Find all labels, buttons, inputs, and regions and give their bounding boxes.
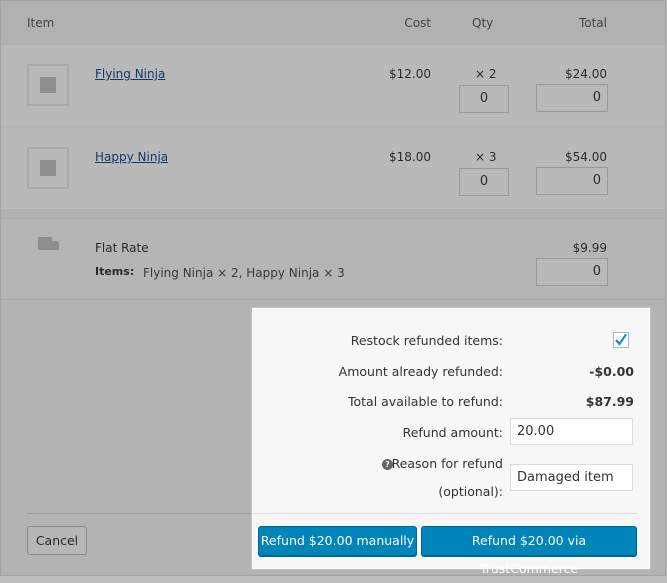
header-qty: Qty [472,16,494,30]
refund-amount-label: Refund amount: [402,425,503,440]
product-image-placeholder-icon [27,64,69,106]
truck-icon [38,237,60,253]
divider [27,513,253,514]
available-value: $87.99 [585,394,634,409]
item-cost: $18.00 [389,150,431,164]
shipping-total: $9.99 [572,241,607,255]
header-total: Total [578,16,607,30]
item-total: $24.00 [565,67,607,81]
already-refunded-label: Amount already refunded: [338,364,503,379]
restock-label: Restock refunded items: [350,333,503,348]
table-row: Flying Ninja $12.00 × 2 $24.00 0 0 [1,45,665,127]
refund-panel: Restock refunded items: Amount already r… [252,308,650,576]
shipping-row: Flat Rate Items: Flying Ninja × 2, Happy… [1,218,665,300]
shipping-name: Flat Rate [95,241,149,255]
reason-label: Reason for refund [391,456,503,471]
refund-reason-input[interactable]: Damaged item [510,464,633,491]
checkmark-icon [615,333,627,346]
refund-gateway-button[interactable]: Refund $20.00 via TrustCommerce [421,526,637,576]
already-refunded-value: -$0.00 [589,364,634,379]
product-link[interactable]: Flying Ninja [95,67,165,81]
table-row: Happy Ninja $18.00 × 3 $54.00 0 0 [1,128,665,210]
header-item: Item [27,16,55,30]
table-header: Item Cost Qty Total [1,1,665,45]
refund-total-input[interactable]: 0 [536,167,608,195]
divider [253,513,637,514]
product-link[interactable]: Happy Ninja [95,150,168,164]
product-image-placeholder-icon [27,147,69,189]
refund-total-input[interactable]: 0 [536,84,608,112]
refund-amount-input[interactable]: 20.00 [510,418,633,445]
reason-label-optional: (optional): [438,484,503,499]
item-qty: × 2 [475,67,497,81]
refund-manually-button[interactable]: Refund $20.00 manually [258,526,417,556]
item-total: $54.00 [565,150,607,164]
shipping-items-value: Flying Ninja × 2, Happy Ninja × 3 [143,266,345,280]
shipping-items-label: Items: [95,265,135,278]
refund-qty-input[interactable]: 0 [459,85,509,113]
header-cost: Cost [404,16,431,30]
refund-qty-input[interactable]: 0 [459,168,509,196]
cancel-button[interactable]: Cancel [27,526,87,555]
shipping-refund-input[interactable]: 0 [536,258,608,286]
item-cost: $12.00 [389,67,431,81]
item-qty: × 3 [475,150,497,164]
available-label: Total available to refund: [347,394,503,409]
restock-checkbox[interactable] [613,332,629,348]
